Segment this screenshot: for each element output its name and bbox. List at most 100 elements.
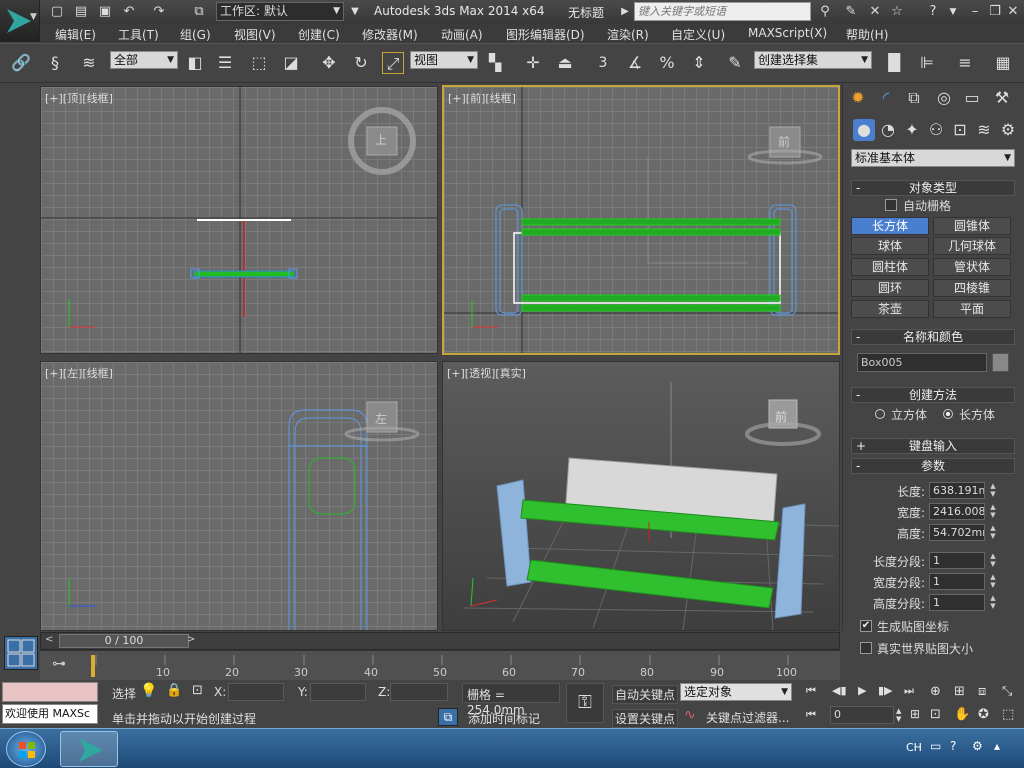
- isolate-selection-icon[interactable]: 💡: [140, 683, 157, 699]
- spinner-snap-icon[interactable]: ⇕: [688, 52, 710, 74]
- cameras-icon[interactable]: ⚇: [925, 119, 947, 141]
- object-name-input[interactable]: Box005: [857, 353, 987, 372]
- save-file-icon[interactable]: ▣: [96, 3, 114, 21]
- workspace-dropdown[interactable]: 工作区: 默认 ▼: [216, 2, 344, 21]
- search-input[interactable]: 键入关键字或短语: [634, 2, 811, 21]
- zoom-extents-icon[interactable]: ⧈: [978, 684, 986, 699]
- maximize-viewport-icon[interactable]: ⬚: [1002, 707, 1014, 722]
- geosphere-button[interactable]: 几何球体: [933, 237, 1011, 255]
- cube-radio[interactable]: [875, 409, 885, 419]
- tube-button[interactable]: 管状体: [933, 258, 1011, 276]
- reference-coordinate-dropdown[interactable]: 视图 ▼: [410, 51, 478, 69]
- name-color-rollout[interactable]: - 名称和颜色: [851, 329, 1015, 345]
- select-by-name-icon[interactable]: ☰: [214, 52, 236, 74]
- viewcube-face[interactable]: 前: [775, 408, 787, 425]
- box-button[interactable]: 长方体: [851, 217, 929, 235]
- shapes-icon[interactable]: ◔: [877, 119, 899, 141]
- box-radio[interactable]: [943, 409, 953, 419]
- select-manipulate-icon[interactable]: ✛: [522, 52, 544, 74]
- add-time-tag[interactable]: 添加时间标记: [468, 710, 540, 727]
- menu-tools[interactable]: 工具(T): [118, 26, 159, 43]
- spinner-icon[interactable]: ▲ ▼: [988, 524, 998, 541]
- current-frame-input[interactable]: 0: [830, 706, 894, 724]
- new-file-icon[interactable]: ▢: [48, 3, 66, 21]
- viewport-layout-button[interactable]: [4, 636, 38, 670]
- prev-frame-icon[interactable]: ◀▮: [832, 684, 847, 697]
- app-menu-button[interactable]: ▼: [0, 0, 40, 42]
- zoom-icon[interactable]: ⊕: [930, 684, 941, 699]
- help-icon[interactable]: ?: [924, 3, 942, 21]
- goto-start-icon[interactable]: ⏮: [806, 684, 816, 698]
- y-coord-input[interactable]: [310, 683, 366, 701]
- subscription-icon[interactable]: ✎: [842, 3, 860, 21]
- auto-key-button[interactable]: 自动关键点: [612, 685, 679, 704]
- spinner-icon[interactable]: ▲ ▼: [988, 482, 998, 499]
- autogrid-checkbox[interactable]: [885, 199, 897, 211]
- select-rotate-icon[interactable]: ↻: [350, 52, 372, 74]
- render-setup-icon[interactable]: ▦: [992, 52, 1014, 74]
- menu-edit[interactable]: 编辑(E): [55, 26, 96, 43]
- maxscript-input[interactable]: 欢迎使用 MAXSc: [2, 704, 98, 724]
- length-segs-input[interactable]: 1: [929, 552, 985, 569]
- plane-button[interactable]: 平面: [933, 300, 1011, 318]
- x-coord-input[interactable]: [228, 683, 284, 701]
- cylinder-button[interactable]: 圆柱体: [851, 258, 929, 276]
- menu-graph-editors[interactable]: 图形编辑器(D): [506, 26, 585, 43]
- mini-curve-editor-icon[interactable]: ⊶: [52, 656, 66, 672]
- help-icon[interactable]: ?: [950, 739, 956, 753]
- key-mode-icon[interactable]: ⏮: [806, 708, 816, 722]
- spinner-icon[interactable]: ▲ ▼: [988, 503, 998, 520]
- search-expand-icon[interactable]: ▶: [616, 3, 634, 21]
- motion-tab-icon[interactable]: ◎: [933, 87, 955, 109]
- time-slider-thumb[interactable]: 0 / 100: [59, 634, 189, 648]
- close-icon[interactable]: ✕: [1004, 3, 1022, 21]
- zoom-extents-all-icon[interactable]: ⤡: [1002, 684, 1012, 699]
- maxscript-listener-mini[interactable]: [2, 682, 98, 702]
- mirror-icon[interactable]: ▐▌: [882, 52, 907, 74]
- select-move-icon[interactable]: ✥: [318, 52, 340, 74]
- menu-help[interactable]: 帮助(H): [846, 26, 888, 43]
- field-of-view-icon[interactable]: ⊡: [930, 707, 941, 722]
- taskbar-3dsmax-app[interactable]: [60, 731, 118, 767]
- track-bar[interactable]: 10 20 30 40 50 60 70 80 90 100: [40, 650, 840, 680]
- select-object-icon[interactable]: ◧: [184, 52, 206, 74]
- menu-views[interactable]: 视图(V): [234, 26, 276, 43]
- viewcube-face[interactable]: 前: [778, 133, 790, 150]
- creation-method-rollout[interactable]: - 创建方法: [851, 387, 1015, 403]
- time-tag-icon[interactable]: ⧉: [438, 708, 458, 726]
- viewport-label[interactable]: [+][前][线框]: [448, 90, 516, 106]
- layer-manager-icon[interactable]: ≡: [954, 52, 976, 74]
- torus-button[interactable]: 圆环: [851, 279, 929, 297]
- width-input[interactable]: 2416.008: [929, 503, 985, 520]
- time-slider[interactable]: < 0 / 100 >: [40, 632, 840, 650]
- edit-named-selection-icon[interactable]: ✎: [724, 52, 746, 74]
- helpers-icon[interactable]: ⊡: [949, 119, 971, 141]
- key-filter-icon[interactable]: ∿: [684, 707, 696, 723]
- key-filters-button[interactable]: 关键点过滤器...: [706, 709, 789, 726]
- undo-icon[interactable]: ↶: [120, 3, 138, 21]
- orbit-icon[interactable]: ✪: [978, 707, 989, 722]
- start-button[interactable]: [6, 731, 46, 767]
- space-warps-icon[interactable]: ≋: [973, 119, 995, 141]
- menu-modifiers[interactable]: 修改器(M): [362, 26, 418, 43]
- spinner-icon[interactable]: ▲ ▼: [988, 573, 998, 590]
- height-input[interactable]: 54.702mn: [929, 524, 985, 541]
- set-key-button[interactable]: 设置关键点: [612, 709, 679, 728]
- absolute-mode-icon[interactable]: ⊡: [192, 683, 203, 698]
- window-crossing-icon[interactable]: ◪: [280, 52, 302, 74]
- viewport-left[interactable]: [+][左][线框] 左 ▶: [40, 361, 438, 631]
- parameters-rollout[interactable]: - 参数: [851, 458, 1015, 474]
- angle-snap-icon[interactable]: ∡: [624, 52, 646, 74]
- systems-icon[interactable]: ⚙: [997, 119, 1019, 141]
- project-folder-icon[interactable]: ⧉: [190, 3, 208, 21]
- percent-snap-icon[interactable]: %: [656, 52, 678, 74]
- named-selection-dropdown[interactable]: 创建选择集 ▼: [754, 51, 872, 69]
- menu-rendering[interactable]: 渲染(R): [607, 26, 649, 43]
- keyboard-icon[interactable]: ▭: [930, 739, 941, 753]
- goto-end-icon[interactable]: ⏭: [904, 684, 914, 698]
- menu-customize[interactable]: 自定义(U): [671, 26, 725, 43]
- viewcube-face[interactable]: 左: [375, 410, 387, 427]
- hierarchy-tab-icon[interactable]: ⧉: [903, 87, 925, 109]
- tray-settings-icon[interactable]: ⚙: [972, 739, 983, 753]
- communication-icon[interactable]: ✕: [866, 3, 884, 21]
